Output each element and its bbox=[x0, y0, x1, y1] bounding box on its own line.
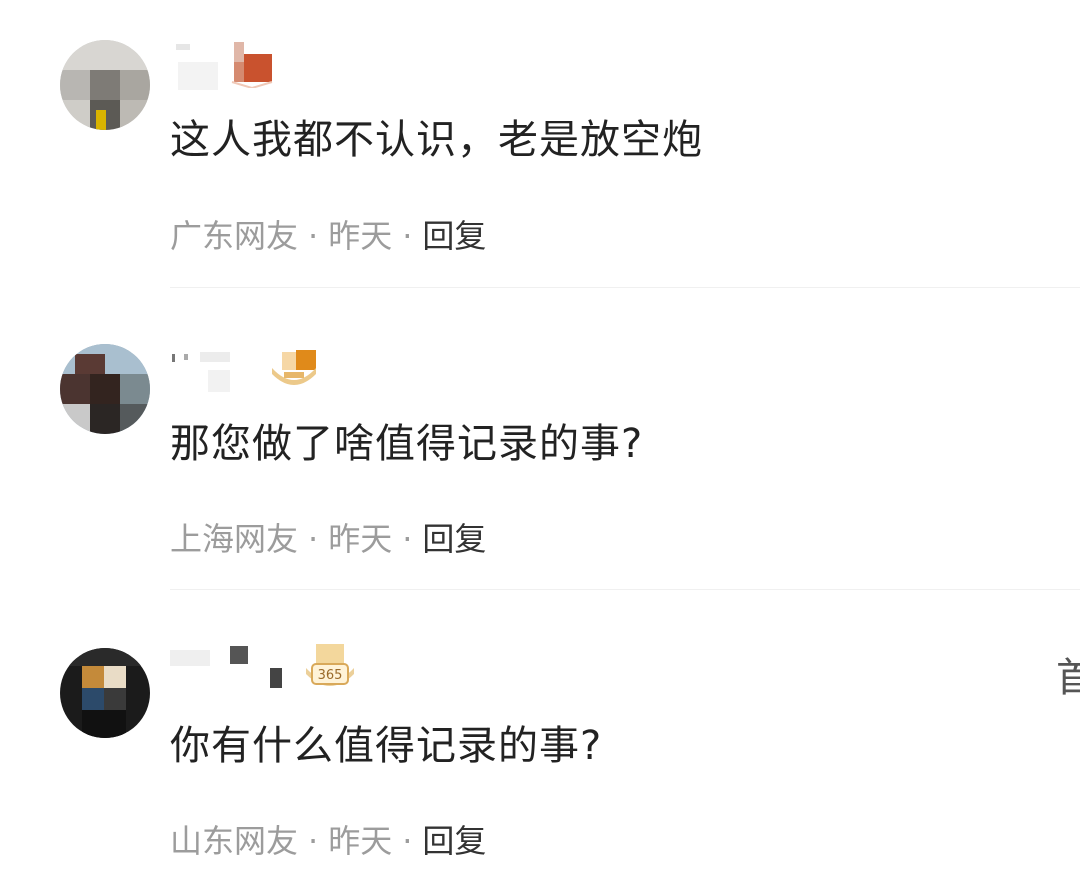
avatar[interactable] bbox=[60, 40, 150, 130]
badge-label: 365 bbox=[318, 668, 343, 683]
user-level-badge-icon bbox=[228, 40, 276, 92]
reply-button[interactable]: 回复 bbox=[422, 217, 486, 255]
divider bbox=[170, 287, 1080, 288]
comment-time: 昨天 bbox=[328, 822, 393, 860]
edge-text: 首 bbox=[1056, 655, 1080, 701]
comment-time: 昨天 bbox=[328, 217, 393, 255]
separator: · bbox=[308, 520, 319, 558]
comment-text: 你有什么值得记录的事? bbox=[170, 723, 603, 769]
avatar[interactable] bbox=[60, 648, 150, 738]
separator: · bbox=[308, 217, 319, 255]
user-level-badge-icon bbox=[266, 348, 322, 400]
comment-meta: 山东网友 · 昨天 · 回复 bbox=[170, 821, 486, 861]
separator: · bbox=[308, 822, 319, 860]
comment-location: 山东网友 bbox=[170, 822, 299, 860]
divider bbox=[170, 589, 1080, 590]
comment-location: 广东网友 bbox=[170, 217, 299, 255]
reply-button[interactable]: 回复 bbox=[422, 822, 486, 860]
separator: · bbox=[402, 822, 413, 860]
reply-button[interactable]: 回复 bbox=[422, 520, 486, 558]
comment-meta: 广东网友 · 昨天 · 回复 bbox=[170, 216, 486, 256]
comment-time: 昨天 bbox=[328, 520, 393, 558]
comment-text: 那您做了啥值得记录的事? bbox=[170, 421, 644, 467]
comment-text: 这人我都不认识，老是放空炮 bbox=[170, 117, 703, 163]
user-level-badge-icon: 365 bbox=[298, 640, 362, 700]
separator: · bbox=[402, 520, 413, 558]
comment-location: 上海网友 bbox=[170, 520, 299, 558]
avatar[interactable] bbox=[60, 344, 150, 434]
comment-meta: 上海网友 · 昨天 · 回复 bbox=[170, 519, 486, 559]
separator: · bbox=[402, 217, 413, 255]
